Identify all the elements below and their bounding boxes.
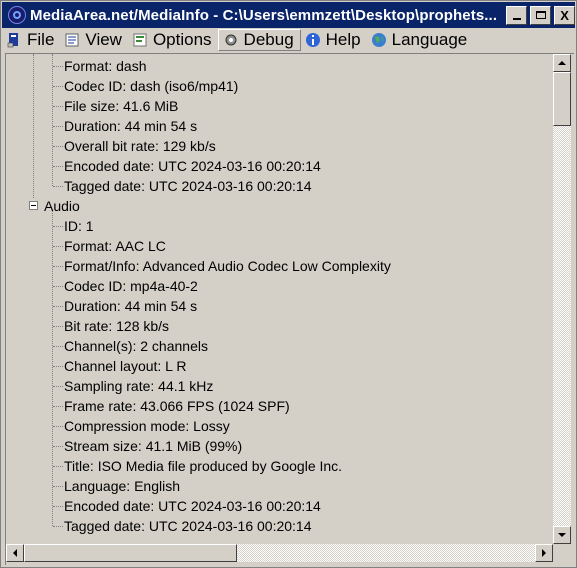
scroll-up-button[interactable] bbox=[553, 54, 571, 72]
app-window: MediaArea.net/MediaInfo - C:\Users\emmze… bbox=[0, 0, 577, 568]
title-bar[interactable]: MediaArea.net/MediaInfo - C:\Users\emmze… bbox=[2, 2, 576, 28]
window-title: MediaArea.net/MediaInfo - C:\Users\emmze… bbox=[29, 6, 498, 24]
tree-item[interactable]: Channel(s): 2 channels bbox=[64, 336, 208, 356]
tree-connector bbox=[53, 146, 63, 147]
horizontal-scroll-thumb[interactable] bbox=[24, 544, 237, 562]
menu-view[interactable]: View bbox=[60, 29, 128, 51]
tree-item[interactable]: Format/Info: Advanced Audio Codec Low Co… bbox=[64, 256, 391, 276]
tree-connector bbox=[53, 366, 63, 367]
tree-connector bbox=[53, 486, 63, 487]
menu-bar: File View Options Debug Help Language bbox=[2, 28, 575, 51]
tree-connector bbox=[53, 526, 63, 527]
tree-item[interactable]: Language: English bbox=[64, 476, 180, 496]
menu-debug[interactable]: Debug bbox=[217, 28, 301, 51]
view-icon bbox=[64, 32, 80, 48]
right-arrow-icon bbox=[542, 549, 546, 557]
tree-connector bbox=[53, 426, 63, 427]
tree-item[interactable]: Sampling rate: 44.1 kHz bbox=[64, 376, 213, 396]
tree-item[interactable]: Stream size: 41.1 MiB (99%) bbox=[64, 436, 242, 456]
menu-help[interactable]: Help bbox=[301, 29, 367, 51]
scrollbar-corner bbox=[553, 544, 571, 562]
audio-collapse-toggle[interactable] bbox=[29, 201, 38, 210]
tree-connector bbox=[53, 306, 63, 307]
tree-item[interactable]: Duration: 44 min 54 s bbox=[64, 296, 197, 316]
debug-gear-icon bbox=[223, 32, 239, 48]
tree-item[interactable]: Overall bit rate: 129 kb/s bbox=[64, 136, 216, 156]
info-tree-view[interactable]: Audio Format: dash Codec ID: dash (iso6/m… bbox=[5, 53, 574, 565]
menu-file[interactable]: File bbox=[2, 29, 60, 51]
tree-item[interactable]: Duration: 44 min 54 s bbox=[64, 116, 197, 136]
tree-item[interactable]: Encoded date: UTC 2024-03-16 00:20:14 bbox=[64, 496, 321, 516]
tree-connector bbox=[53, 226, 63, 227]
menu-file-label: File bbox=[27, 29, 55, 49]
menu-language-label: Language bbox=[391, 29, 468, 49]
menu-options[interactable]: Options bbox=[128, 29, 218, 51]
maximize-button[interactable] bbox=[530, 5, 552, 25]
scroll-right-button[interactable] bbox=[535, 544, 553, 562]
tree-item[interactable]: Encoded date: UTC 2024-03-16 00:20:14 bbox=[64, 156, 321, 176]
up-arrow-icon bbox=[558, 61, 566, 65]
root-branch-line bbox=[33, 54, 34, 198]
tree-item[interactable]: ID: 1 bbox=[64, 216, 94, 236]
tree-connector bbox=[53, 246, 63, 247]
tree-connector bbox=[53, 346, 63, 347]
tree-connector bbox=[53, 326, 63, 327]
tree-connector bbox=[53, 386, 63, 387]
menu-language[interactable]: Language bbox=[367, 29, 474, 51]
audio-branch-line bbox=[52, 210, 53, 526]
close-button[interactable]: X bbox=[554, 5, 576, 25]
tree: Audio Format: dash Codec ID: dash (iso6/m… bbox=[6, 54, 553, 544]
tree-connector bbox=[53, 66, 63, 67]
tree-item[interactable]: Channel layout: L R bbox=[64, 356, 186, 376]
options-icon bbox=[132, 32, 148, 48]
minimize-icon bbox=[512, 17, 521, 20]
tree-item[interactable]: Title: ISO Media file produced by Google… bbox=[64, 456, 342, 476]
tree-item[interactable]: Frame rate: 43.066 FPS (1024 SPF) bbox=[64, 396, 290, 416]
tree-node-audio[interactable]: Audio bbox=[44, 196, 80, 216]
tree-item[interactable]: Tagged date: UTC 2024-03-16 00:20:14 bbox=[64, 516, 312, 536]
tree-item[interactable]: File size: 41.6 MiB bbox=[64, 96, 178, 116]
menu-options-label: Options bbox=[152, 29, 212, 49]
close-icon: X bbox=[560, 7, 569, 23]
vertical-scroll-thumb[interactable] bbox=[553, 72, 571, 126]
tree-item[interactable]: Format: dash bbox=[64, 56, 146, 76]
tree-item[interactable]: Compression mode: Lossy bbox=[64, 416, 230, 436]
menu-debug-label: Debug bbox=[243, 29, 294, 49]
tree-connector bbox=[53, 506, 63, 507]
tree-connector bbox=[53, 266, 63, 267]
tree-connector bbox=[53, 126, 63, 127]
horizontal-scrollbar[interactable] bbox=[6, 544, 553, 562]
mediainfo-app-icon[interactable] bbox=[8, 6, 26, 24]
left-arrow-icon bbox=[13, 549, 17, 557]
tree-item[interactable]: Bit rate: 128 kb/s bbox=[64, 316, 169, 336]
menu-view-label: View bbox=[85, 29, 122, 49]
tree-connector bbox=[53, 446, 63, 447]
tree-item[interactable]: Codec ID: mp4a-40-2 bbox=[64, 276, 198, 296]
menu-help-label: Help bbox=[325, 29, 361, 49]
tree-item[interactable]: Format: AAC LC bbox=[64, 236, 166, 256]
tree-item[interactable]: Codec ID: dash (iso6/mp41) bbox=[64, 76, 238, 96]
maximize-icon bbox=[535, 11, 546, 19]
tree-connector bbox=[53, 406, 63, 407]
tree-connector bbox=[53, 286, 63, 287]
help-info-icon bbox=[305, 32, 321, 48]
tree-connector bbox=[53, 186, 63, 187]
tree-connector bbox=[53, 106, 63, 107]
down-arrow-icon bbox=[558, 533, 566, 537]
tree-connector bbox=[53, 86, 63, 87]
scroll-left-button[interactable] bbox=[6, 544, 24, 562]
vertical-scrollbar[interactable] bbox=[553, 54, 571, 544]
language-globe-icon bbox=[371, 32, 387, 48]
tree-connector bbox=[53, 166, 63, 167]
file-icon bbox=[6, 32, 22, 48]
minimize-button[interactable] bbox=[506, 5, 528, 25]
scroll-down-button[interactable] bbox=[553, 526, 571, 544]
tree-connector bbox=[53, 466, 63, 467]
tree-item[interactable]: Tagged date: UTC 2024-03-16 00:20:14 bbox=[64, 176, 312, 196]
